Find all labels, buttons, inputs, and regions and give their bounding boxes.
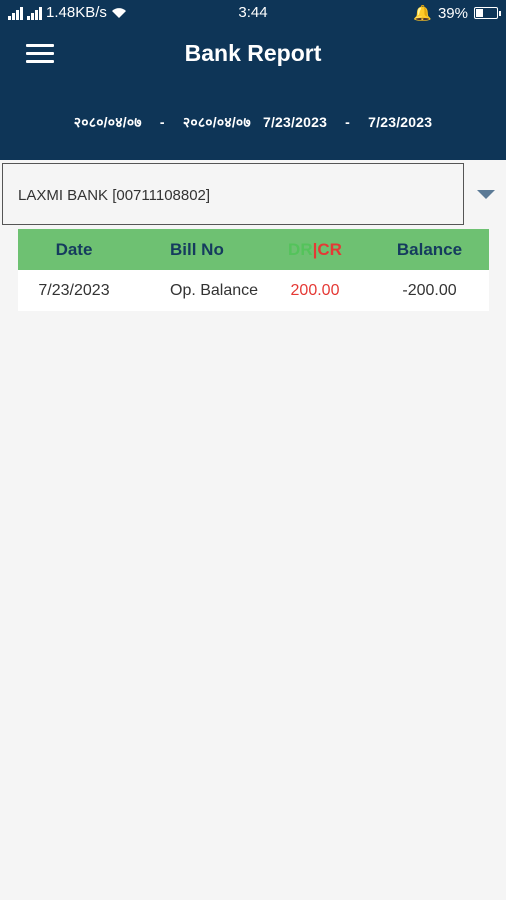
- battery-icon: [474, 7, 501, 19]
- bank-select-value: LAXMI BANK [00711108802]: [18, 187, 211, 204]
- status-right: 🔔 39%: [413, 4, 501, 22]
- cell-balance: -200.00: [402, 281, 457, 299]
- battery-percent: 39%: [437, 4, 468, 22]
- date-separator: -: [159, 114, 165, 130]
- bank-select-dropdown[interactable]: LAXMI BANK [00711108802]: [2, 163, 464, 225]
- alarm-off-icon: 🔔: [413, 5, 432, 22]
- date-from-nepali[interactable]: २०८०/०४/०७: [74, 114, 142, 130]
- date-range: २०८०/०४/०७ - २०८०/०४/०७ 7/23/2023 - 7/23…: [0, 113, 506, 132]
- table-row[interactable]: 7/23/2023 Op. Balance 200.00 -200.00: [18, 270, 489, 311]
- date-separator-2: -: [345, 114, 351, 130]
- report-table: Date Bill No DR|CR Balance 7/23/2023 Op.…: [18, 229, 489, 311]
- cell-date: 7/23/2023: [38, 281, 110, 299]
- header-balance: Balance: [396, 239, 463, 259]
- date-from[interactable]: 7/23/2023: [263, 114, 327, 130]
- header-dr: DR: [288, 239, 313, 259]
- page-title: Bank Report: [184, 40, 322, 66]
- chevron-down-icon[interactable]: [477, 190, 495, 199]
- header-cr: CR: [317, 239, 342, 259]
- header-date: Date: [55, 239, 93, 259]
- date-to-nepali[interactable]: २०८०/०४/०७: [183, 114, 251, 130]
- cell-amount: 200.00: [290, 281, 340, 299]
- table-header: Date Bill No DR|CR Balance: [18, 229, 489, 270]
- app-bar: Bank Report २०८०/०४/०७ - २०८०/०४/०७ 7/23…: [0, 26, 506, 160]
- header-dr-cr: DR|CR: [260, 240, 370, 260]
- cell-bill-no: Op. Balance: [170, 281, 259, 299]
- date-to[interactable]: 7/23/2023: [368, 114, 432, 130]
- status-bar: 1.48KB/s 3:44 🔔 39%: [0, 0, 506, 26]
- header-bill-no: Bill No: [170, 239, 224, 259]
